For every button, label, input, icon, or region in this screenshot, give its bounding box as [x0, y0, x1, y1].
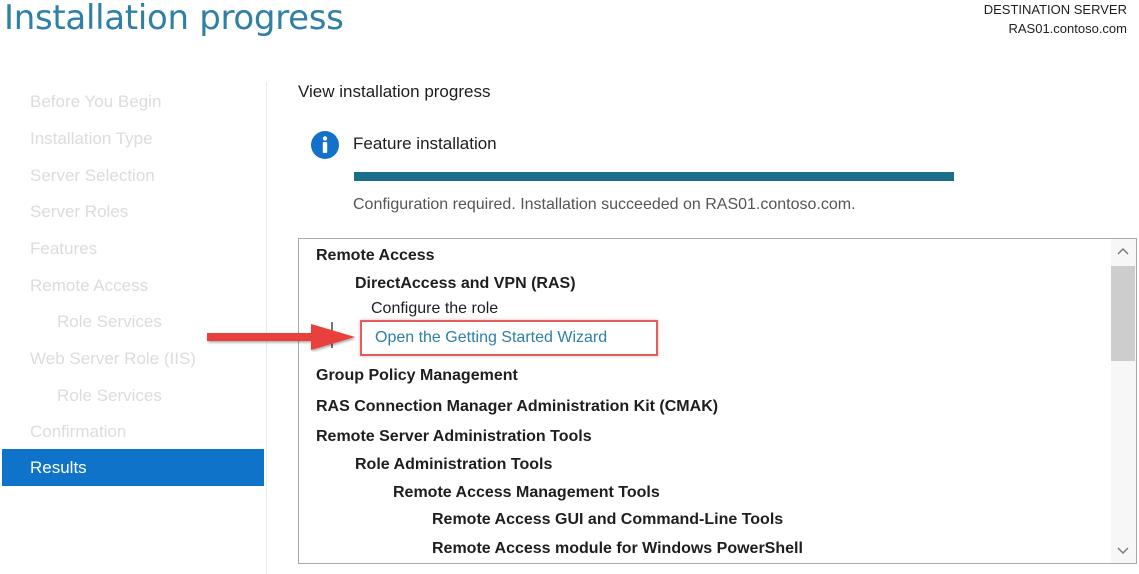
red-arrow-icon — [207, 324, 355, 350]
installation-progress-bar — [354, 172, 954, 181]
tree-item-group-policy: Group Policy Management — [316, 367, 518, 384]
highlight-box: Open the Getting Started Wizard — [360, 320, 658, 356]
destination-server-name: RAS01.contoso.com — [1008, 21, 1127, 36]
info-icon — [311, 131, 339, 159]
progress-fill — [354, 172, 954, 181]
vertical-scrollbar[interactable] — [1111, 239, 1136, 563]
tree-item-role-admin-tools: Role Administration Tools — [355, 456, 553, 473]
tree-item-remote-access-gui-tools: Remote Access GUI and Command-Line Tools — [432, 511, 784, 528]
destination-label: DESTINATION SERVER — [983, 2, 1127, 17]
sidebar-item-installation-type: Installation Type — [30, 129, 153, 148]
section-heading: View installation progress — [298, 82, 491, 101]
destination-server: DESTINATION SERVER RAS01.contoso.com — [984, 0, 1127, 38]
chevron-up-icon[interactable] — [1111, 241, 1135, 261]
chevron-down-icon[interactable] — [1111, 541, 1135, 561]
results-list[interactable]: Remote Access DirectAccess and VPN (RAS)… — [298, 238, 1137, 564]
tree-item-remote-access-mgmt-tools: Remote Access Management Tools — [393, 484, 660, 501]
sidebar-item-server-selection: Server Selection — [30, 166, 155, 185]
tree-item-configure-role: Configure the role — [371, 300, 499, 317]
sidebar-item-features: Features — [30, 239, 98, 258]
status-message: Configuration required. Installation suc… — [353, 196, 856, 213]
sidebar-item-remote-access: Remote Access — [30, 276, 149, 295]
tree-item-cmak: RAS Connection Manager Administration Ki… — [316, 398, 719, 415]
tree-item-remote-access-powershell: Remote Access module for Windows PowerSh… — [432, 540, 803, 557]
getting-started-wizard-link[interactable]: Open the Getting Started Wizard — [375, 329, 607, 347]
sidebar-item-before-you-begin: Before You Begin — [30, 92, 162, 111]
page-title: Installation progress — [4, 0, 344, 38]
feature-installation-label: Feature installation — [353, 134, 497, 153]
tree-item-directaccess-vpn: DirectAccess and VPN (RAS) — [355, 275, 576, 292]
scroll-thumb[interactable] — [1111, 266, 1135, 361]
sidebar-item-role-services-iis: Role Services — [57, 386, 162, 405]
sidebar-item-confirmation: Confirmation — [30, 422, 127, 441]
sidebar-item-server-roles: Server Roles — [30, 202, 129, 221]
tree-item-remote-access: Remote Access — [316, 247, 435, 264]
sidebar-item-results[interactable]: Results — [2, 449, 264, 486]
tree-item-rsat: Remote Server Administration Tools — [316, 428, 592, 445]
